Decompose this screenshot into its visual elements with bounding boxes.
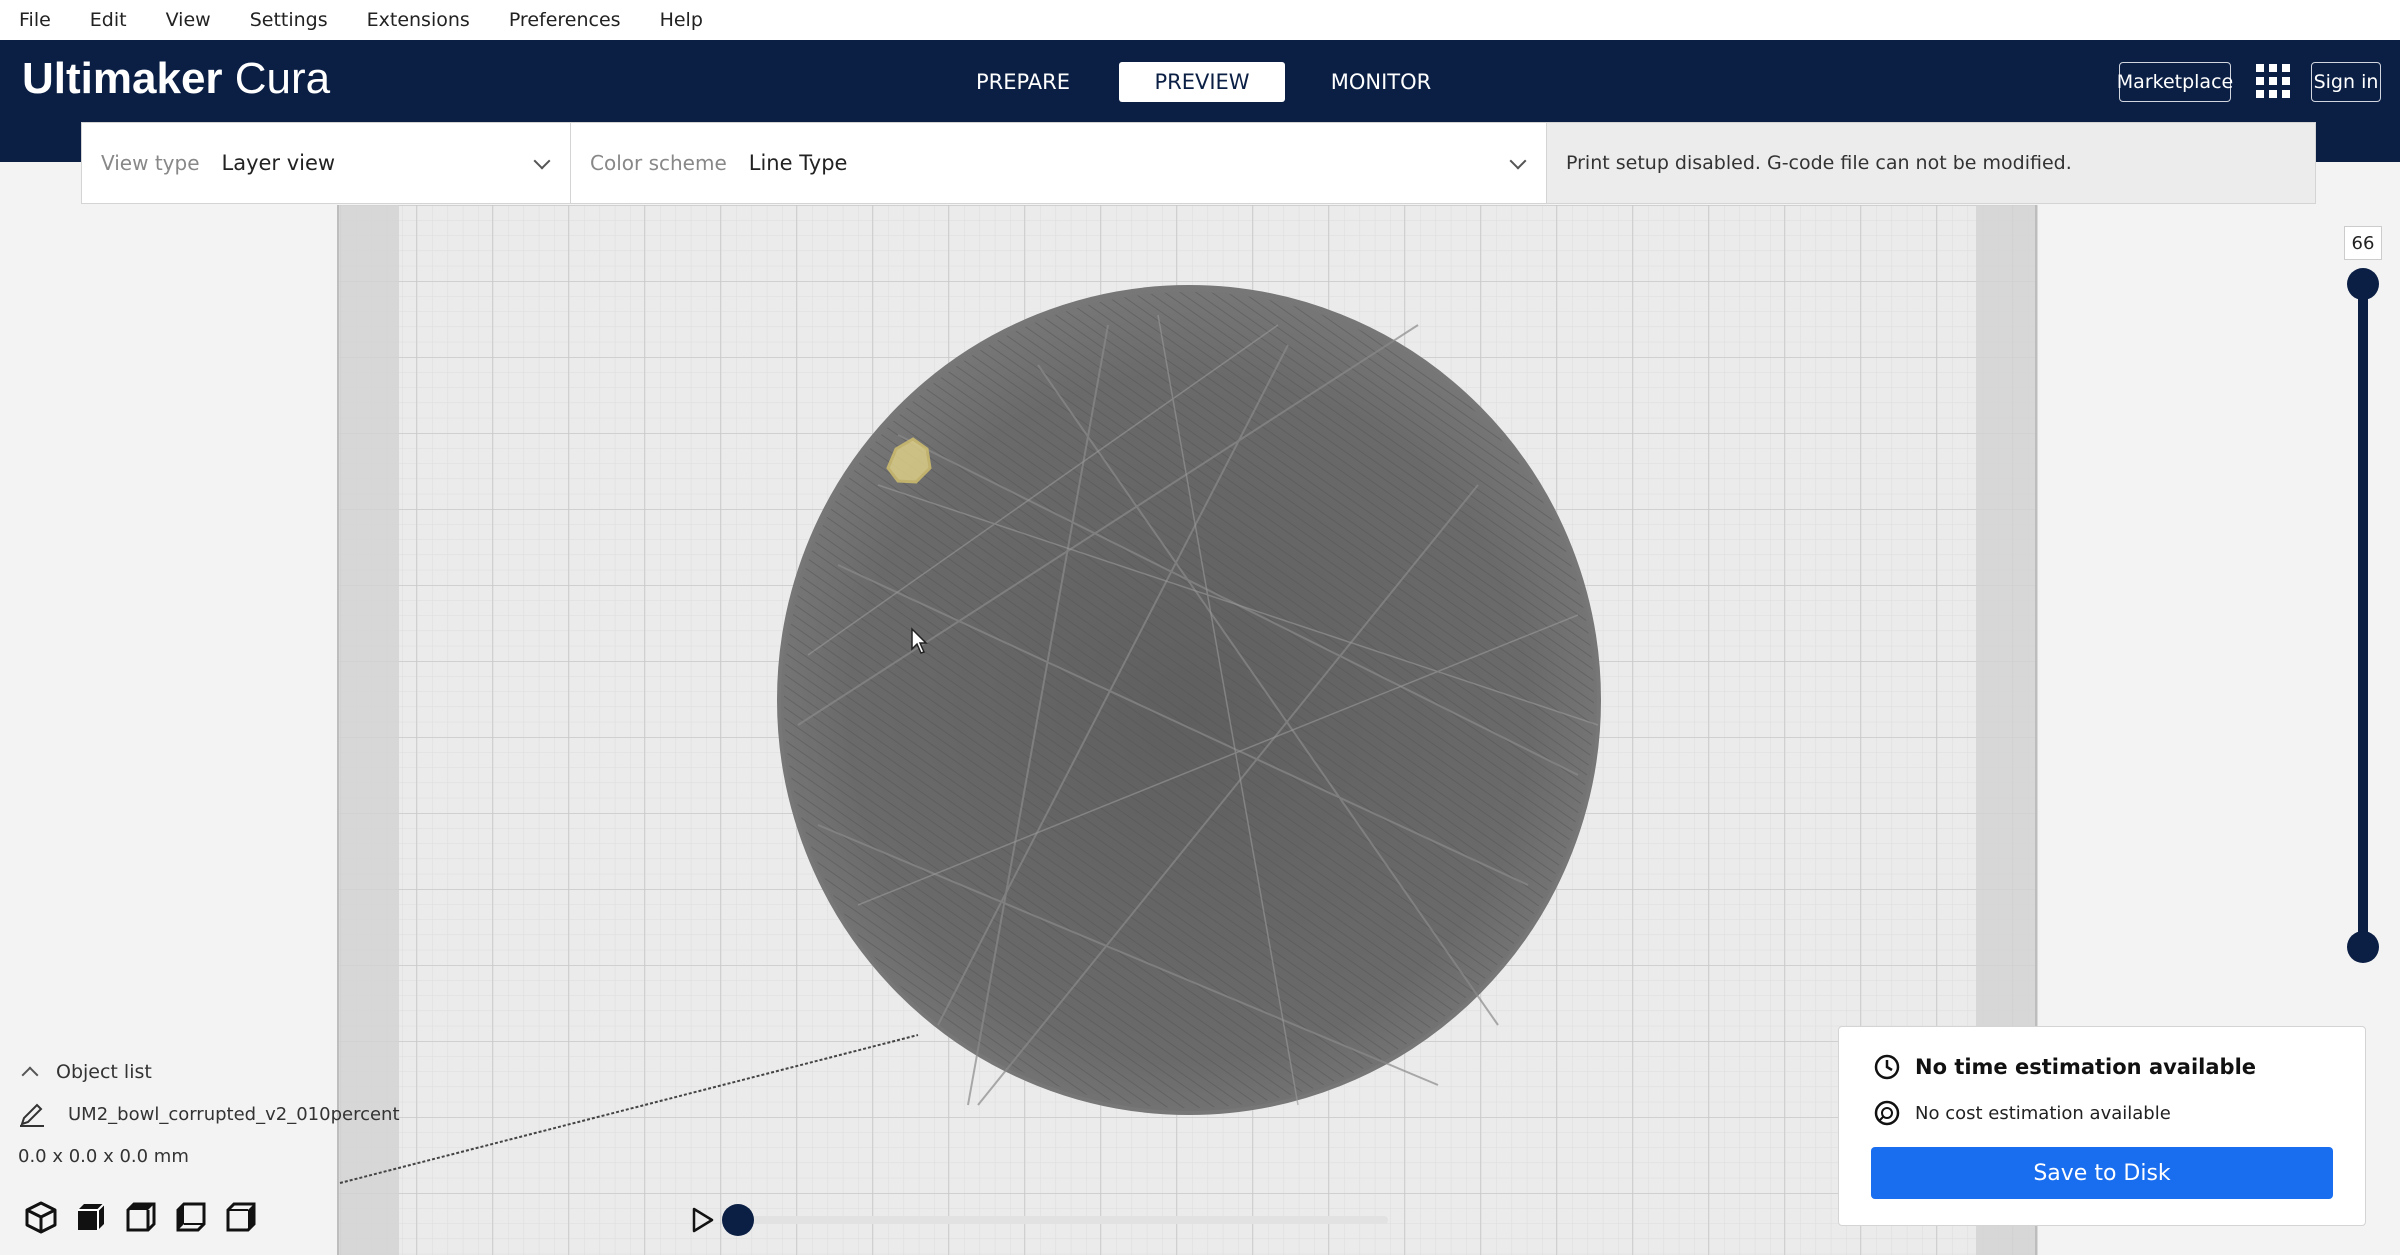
logo-bold-text: Ultimaker [22,54,223,103]
view-toolbar: View type Layer view Color scheme Line T… [81,122,2316,204]
marketplace-button[interactable]: Marketplace [2117,62,2233,102]
simulation-handle[interactable] [722,1204,754,1236]
tab-prepare[interactable]: PREPARE [940,62,1106,102]
camera-view-buttons [22,1198,272,1236]
view-right-icon[interactable] [222,1198,260,1236]
apps-grid-icon[interactable] [2256,64,2290,98]
sign-in-button[interactable]: Sign in [2311,62,2381,102]
color-scheme-label: Color scheme [590,151,727,175]
chevron-up-icon [21,1066,39,1084]
object-list-item[interactable]: UM2_bowl_corrupted_v2_010percent [18,1092,418,1136]
time-estimation-text: No time estimation available [1915,1055,2257,1079]
pencil-icon [20,1103,44,1127]
menu-bar: File Edit View Settings Extensions Prefe… [0,0,2400,40]
menu-preferences[interactable]: Preferences [509,9,621,31]
logo-light-text: Cura [234,54,331,103]
layer-slider-track[interactable] [2358,284,2368,948]
view-front-icon[interactable] [72,1198,110,1236]
tab-preview[interactable]: PREVIEW [1119,62,1285,102]
view-type-value: Layer view [221,151,336,175]
object-list-toggle[interactable]: Object list [18,1052,418,1092]
layer-slider-upper-handle[interactable] [2347,268,2379,300]
chevron-down-icon [533,152,551,170]
menu-file[interactable]: File [19,9,51,31]
model-mesh [777,285,1601,1115]
object-name: UM2_bowl_corrupted_v2_010percent [68,1103,400,1125]
menu-view[interactable]: View [166,9,211,31]
stage-tabs: PREPARE PREVIEW MONITOR [940,62,1477,102]
cost-icon [1874,1100,1900,1126]
view-top-icon[interactable] [122,1198,160,1236]
view-type-dropdown[interactable]: View type Layer view [82,123,571,203]
save-to-disk-button[interactable]: Save to Disk [1871,1147,2333,1199]
print-setup-notice: Print setup disabled. G-code file can no… [1547,123,2315,203]
color-scheme-dropdown[interactable]: Color scheme Line Type [571,123,1547,203]
layer-number-field[interactable]: 66 [2344,226,2382,260]
clock-icon [1874,1054,1900,1080]
chevron-down-icon [1509,152,1527,170]
menu-edit[interactable]: Edit [90,9,127,31]
menu-extensions[interactable]: Extensions [367,9,470,31]
print-estimation-panel: No time estimation available No cost est… [1838,1026,2366,1226]
layer-slider-lower-handle[interactable] [2347,931,2379,963]
tab-monitor[interactable]: MONITOR [1298,62,1464,102]
object-list-label: Object list [56,1061,152,1083]
simulation-track[interactable] [744,1216,1388,1224]
cost-estimation-row: No cost estimation available [1873,1099,2171,1127]
play-icon[interactable] [690,1206,716,1234]
color-scheme-value: Line Type [748,151,848,175]
menu-settings[interactable]: Settings [250,9,328,31]
simulation-playbar [690,1200,1410,1240]
time-estimation-row: No time estimation available [1873,1053,2256,1081]
view-type-label: View type [101,151,200,175]
view-3d-icon[interactable] [22,1198,60,1236]
object-dimensions: 0.0 x 0.0 x 0.0 mm [18,1145,189,1167]
object-list-panel: Object list UM2_bowl_corrupted_v2_010per… [18,1052,418,1176]
cost-estimation-text: No cost estimation available [1915,1102,2171,1124]
view-left-icon[interactable] [172,1198,210,1236]
menu-help[interactable]: Help [660,9,703,31]
app-logo: Ultimaker Cura [22,54,330,104]
